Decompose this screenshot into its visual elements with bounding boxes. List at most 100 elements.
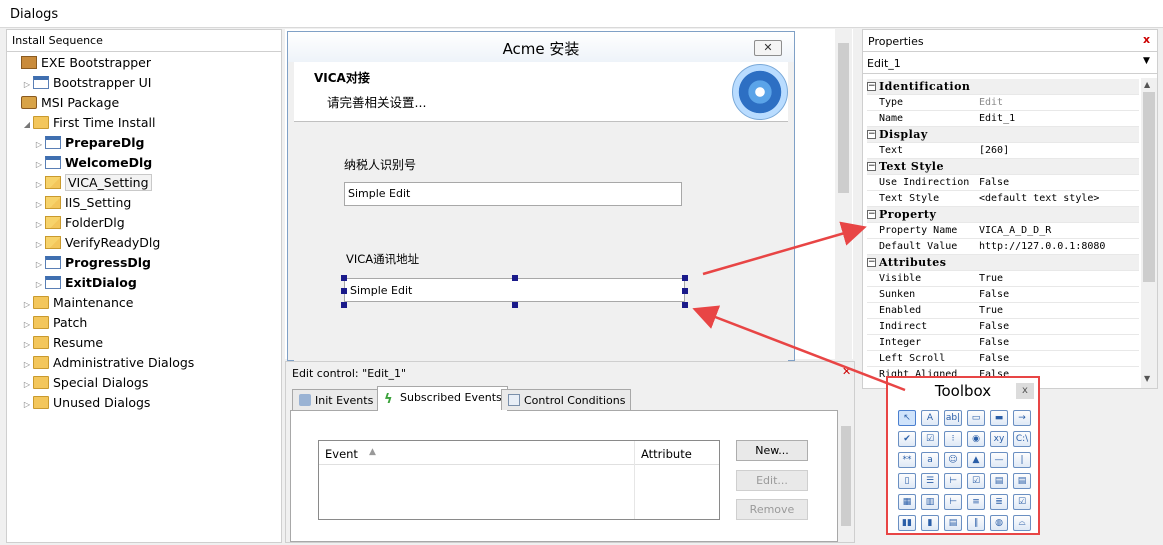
property-category-identification[interactable]: − Identification xyxy=(867,79,1139,95)
billboard-tool-icon[interactable]: ▮ xyxy=(921,515,939,531)
tree-item-folderdlg[interactable]: ▷ FolderDlg xyxy=(33,213,125,233)
property-row-text[interactable]: Text [260] xyxy=(867,143,1139,159)
expand-arrow-icon[interactable]: ▷ xyxy=(21,295,33,315)
combo-tool-icon[interactable]: ▥ xyxy=(921,494,939,510)
resize-handle[interactable] xyxy=(682,275,688,281)
taxpayer-id-label[interactable]: 纳税人识别号 xyxy=(344,156,416,173)
expand-arrow-icon[interactable]: ▷ xyxy=(21,375,33,395)
tab-init-events[interactable]: Init Events xyxy=(292,389,380,410)
radio-tool-icon[interactable]: ◉ xyxy=(967,431,985,447)
resize-handle[interactable] xyxy=(682,288,688,294)
property-value[interactable]: VICA_A_D_D_R xyxy=(979,223,1051,239)
expand-arrow-icon[interactable]: ▷ xyxy=(21,335,33,355)
resize-handle[interactable] xyxy=(682,302,688,308)
tree-item-msi-package[interactable]: MSI Package xyxy=(9,93,119,113)
scroll-up-icon[interactable]: ▲ xyxy=(1144,80,1150,89)
feature-list-tool-icon[interactable]: ≣ xyxy=(990,494,1008,510)
tree-item-unused-dialogs[interactable]: ▷ Unused Dialogs xyxy=(21,393,151,413)
group-tool-icon[interactable]: ▯ xyxy=(898,473,916,489)
expand-arrow-icon[interactable]: ▷ xyxy=(21,355,33,375)
property-row-property-name[interactable]: Property Name VICA_A_D_D_R xyxy=(867,223,1139,239)
collapse-arrow-icon[interactable]: ◢ xyxy=(21,115,33,135)
property-row-text-style[interactable]: Text Style <default text style> xyxy=(867,191,1139,207)
property-value[interactable]: [260] xyxy=(979,143,1009,159)
resize-handle[interactable] xyxy=(341,275,347,281)
property-value[interactable]: <default text style> xyxy=(979,191,1099,207)
chevron-down-icon[interactable]: ▼ xyxy=(1143,56,1150,66)
property-row-sunken[interactable]: Sunken False xyxy=(867,287,1139,303)
vline-tool-icon[interactable]: | xyxy=(1013,452,1031,468)
property-value[interactable]: False xyxy=(979,319,1009,335)
property-row-use-indirection[interactable]: Use Indirection False xyxy=(867,175,1139,191)
list-tool-icon[interactable]: ☰ xyxy=(921,473,939,489)
spin-tool-icon[interactable]: a xyxy=(921,452,939,468)
properties-scrollbar-thumb[interactable] xyxy=(1143,92,1155,282)
edit-tool-icon[interactable]: ab| xyxy=(944,410,962,426)
property-row-integer[interactable]: Integer False xyxy=(867,335,1139,351)
tree-item-maintenance[interactable]: ▷ Maintenance xyxy=(21,293,134,313)
checkbox-blue-tool-icon[interactable]: ☑ xyxy=(921,431,939,447)
edit-panel-scrollbar[interactable] xyxy=(838,410,854,542)
tree-item-patch[interactable]: ▷ Patch xyxy=(21,313,87,333)
property-value[interactable]: Edit_1 xyxy=(979,111,1015,127)
tree-item-first-time-install[interactable]: ◢ First Time Install xyxy=(21,113,156,135)
property-value[interactable]: False xyxy=(979,287,1009,303)
property-row-name[interactable]: Name Edit_1 xyxy=(867,111,1139,127)
resize-handle[interactable] xyxy=(512,302,518,308)
property-row-default-value[interactable]: Default Value http://127.0.0.1:8080 xyxy=(867,239,1139,255)
checklist-tool-icon[interactable]: ☑ xyxy=(967,473,985,489)
edit-panel-scrollbar-thumb[interactable] xyxy=(841,426,851,526)
pushbutton-tool-icon[interactable]: → xyxy=(1013,410,1031,426)
edit-event-button[interactable]: Edit... xyxy=(736,470,808,491)
checklist2-tool-icon[interactable]: ☑ xyxy=(1013,494,1031,510)
property-row-type[interactable]: Type Edit xyxy=(867,95,1139,111)
collapse-icon[interactable]: − xyxy=(867,130,876,139)
toolbox-close-icon[interactable]: x xyxy=(1016,383,1034,399)
resize-handle[interactable] xyxy=(341,288,347,294)
expand-arrow-icon[interactable]: ▷ xyxy=(33,235,45,255)
collapse-icon[interactable]: − xyxy=(867,258,876,267)
expand-arrow-icon[interactable]: ▷ xyxy=(33,195,45,215)
folder-list-tool-icon[interactable]: ▤ xyxy=(990,473,1008,489)
checkbox-tool-icon[interactable]: ✔ xyxy=(898,431,916,447)
tree-tool-icon[interactable]: ⊢ xyxy=(944,473,962,489)
property-category-display[interactable]: − Display xyxy=(867,127,1139,143)
panel-tool-icon[interactable]: ▭ xyxy=(967,410,985,426)
new-event-button[interactable]: New... xyxy=(736,440,808,461)
web-tool-icon[interactable]: ◍ xyxy=(990,515,1008,531)
tree-item-bootstrapper-ui[interactable]: ▷ Bootstrapper UI xyxy=(21,73,152,93)
property-value[interactable]: True xyxy=(979,303,1003,319)
button-tool-icon[interactable]: ▬ xyxy=(990,410,1008,426)
xy-tool-icon[interactable]: xy xyxy=(990,431,1008,447)
vica-address-edit-selected[interactable]: Simple Edit xyxy=(344,278,685,302)
expand-arrow-icon[interactable]: ▷ xyxy=(33,135,45,155)
scroll-down-icon[interactable]: ▼ xyxy=(1144,374,1150,383)
tree-item-verifyreadydlg[interactable]: ▷ VerifyReadyDlg xyxy=(33,233,160,253)
expand-arrow-icon[interactable]: ▷ xyxy=(33,155,45,175)
properties-close-icon[interactable]: x xyxy=(1143,33,1150,46)
tree-item-exe-bootstrapper[interactable]: EXE Bootstrapper xyxy=(9,53,151,73)
expand-arrow-icon[interactable]: ▷ xyxy=(33,255,45,275)
property-category-attributes[interactable]: − Attributes xyxy=(867,255,1139,271)
collapse-icon[interactable]: − xyxy=(867,210,876,219)
masked-edit-tool-icon[interactable]: ** xyxy=(898,452,916,468)
property-value[interactable]: Edit xyxy=(979,95,1003,111)
property-row-enabled[interactable]: Enabled True xyxy=(867,303,1139,319)
events-table[interactable]: Event ▲ Attribute xyxy=(318,440,720,520)
folder-tool-icon[interactable]: ▦ xyxy=(898,494,916,510)
tab-control-conditions[interactable]: Control Conditions xyxy=(501,389,632,410)
volume-tool-icon[interactable]: ⌓ xyxy=(1013,515,1031,531)
expand-arrow-icon[interactable]: ▷ xyxy=(33,215,45,235)
expand-arrow-icon[interactable]: ▷ xyxy=(21,315,33,335)
properties-scrollbar[interactable]: ▲ ▼ xyxy=(1141,78,1157,388)
column-attribute[interactable]: Attribute xyxy=(641,447,692,461)
design-scrollbar[interactable] xyxy=(835,29,852,359)
remove-event-button[interactable]: Remove xyxy=(736,499,808,520)
path-tool-icon[interactable]: C:\ xyxy=(1013,431,1031,447)
property-value[interactable]: False xyxy=(979,335,1009,351)
image-tool-icon[interactable]: ▲ xyxy=(967,452,985,468)
tree-item-vica-setting[interactable]: ▷ VICA_Setting xyxy=(33,173,152,193)
property-value[interactable]: False xyxy=(979,175,1009,191)
tree-item-exitdialog[interactable]: ▷ ExitDialog xyxy=(33,273,137,293)
vica-address-label[interactable]: VICA通讯地址 xyxy=(346,251,419,267)
